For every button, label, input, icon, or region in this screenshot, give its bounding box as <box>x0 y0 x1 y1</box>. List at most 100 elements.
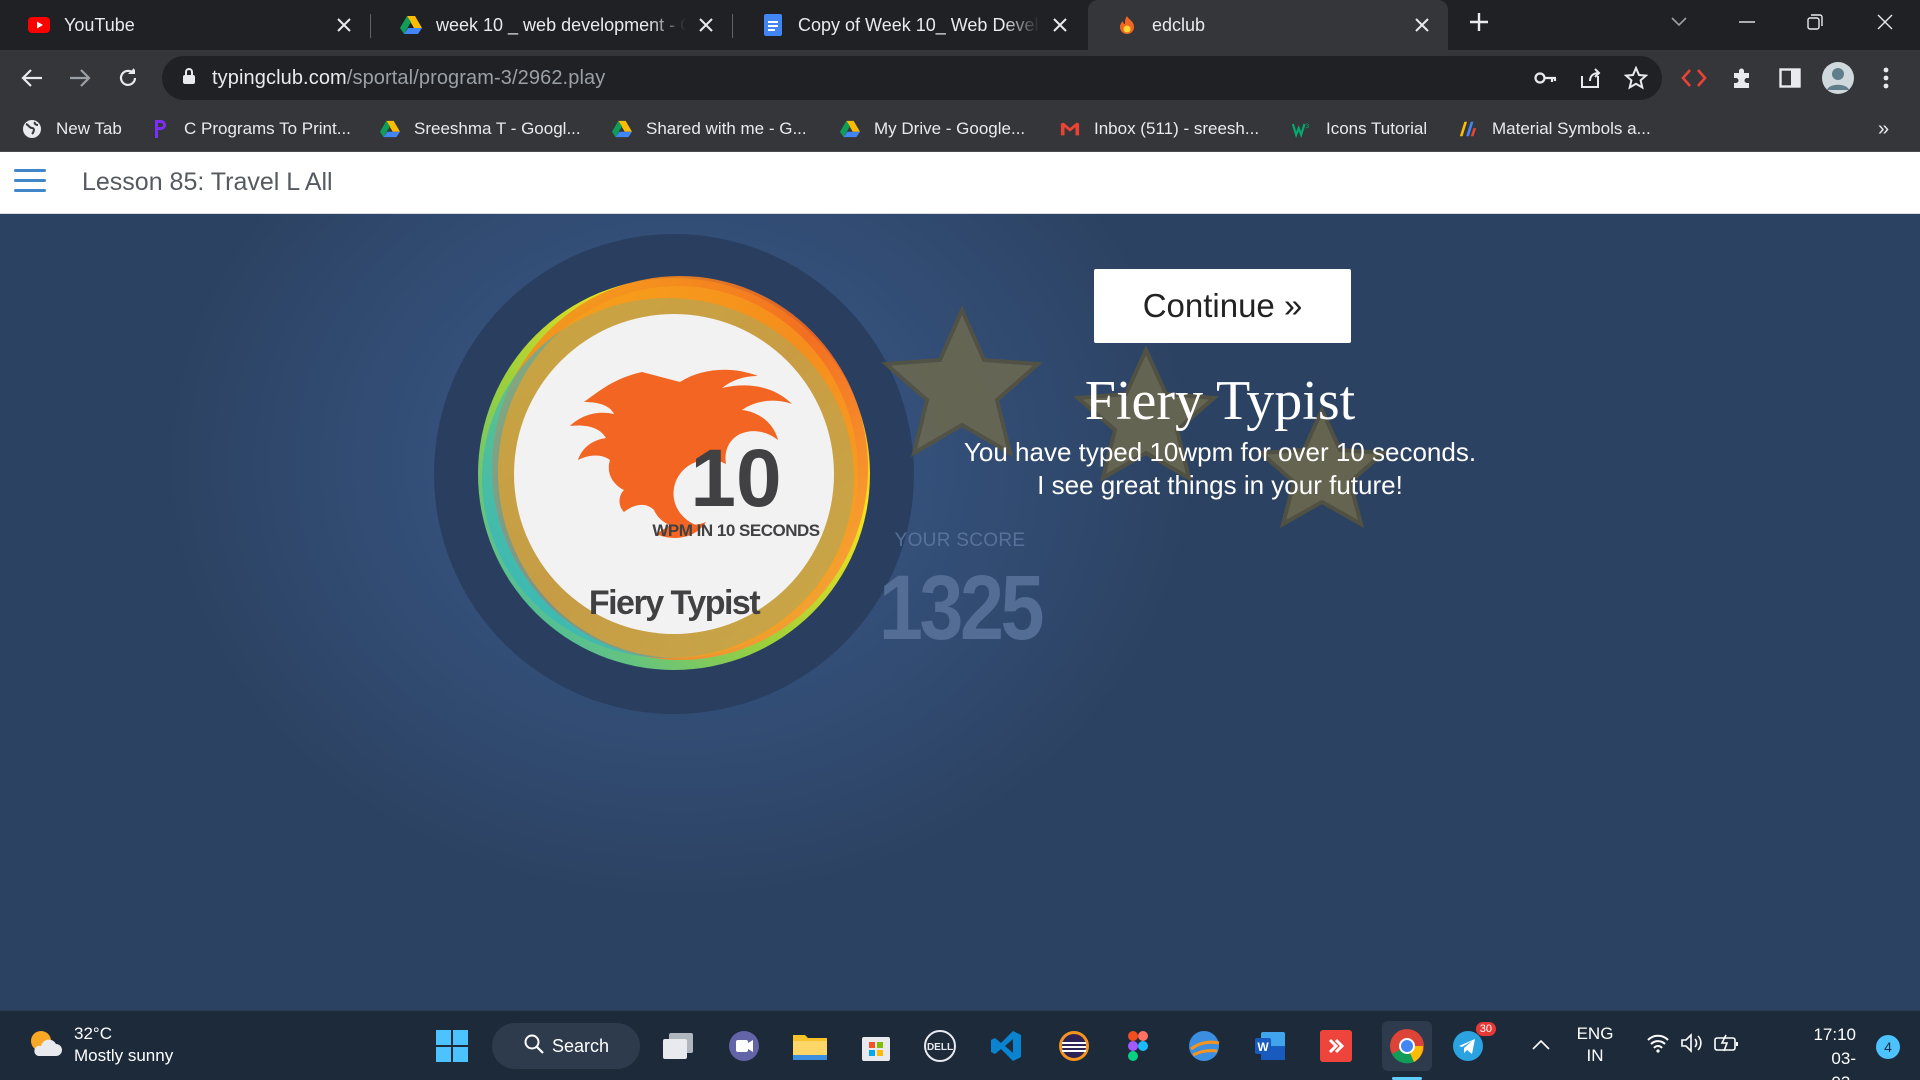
tab-search-button[interactable] <box>1646 0 1712 44</box>
bookmark-p-icon <box>150 119 170 139</box>
windows-start-icon[interactable] <box>432 1026 472 1066</box>
code-brackets-icon <box>1681 69 1707 87</box>
score-label: YOUR SCORE <box>894 530 1026 551</box>
browser-menu-button[interactable] <box>1868 60 1904 96</box>
close-tab-icon[interactable] <box>1048 13 1072 37</box>
bookmark-shared-with-me[interactable]: Shared with me - G... <box>612 106 807 152</box>
tab-week10-docs[interactable]: Copy of Week 10_ Web Developme <box>734 0 1086 50</box>
anydesk-icon[interactable] <box>1316 1026 1356 1066</box>
close-tab-icon[interactable] <box>1410 13 1434 37</box>
bookmark-sreeshma-drive[interactable]: Sreeshma T - Googl... <box>380 106 581 152</box>
google-drive-icon <box>380 119 400 139</box>
share-icon[interactable] <box>1578 66 1602 95</box>
close-tab-icon[interactable] <box>694 13 718 37</box>
vscode-icon[interactable] <box>986 1026 1026 1066</box>
microsoft-store-icon[interactable] <box>856 1026 896 1066</box>
volume-icon[interactable] <box>1680 1033 1704 1058</box>
taskbar-search[interactable]: Search <box>492 1023 640 1069</box>
bookmarks-bar: New Tab C Programs To Print... Sreeshma … <box>0 106 1920 152</box>
clock[interactable]: 17:10 03-03-2023 <box>1813 1023 1856 1080</box>
browser-app-icon[interactable] <box>1184 1026 1224 1066</box>
battery-charging-icon[interactable] <box>1714 1033 1740 1058</box>
side-panel-icon <box>1779 68 1801 88</box>
side-panel-button[interactable] <box>1772 60 1808 96</box>
badge-ring: 10 WPM IN 10 SECONDS Fiery Typist <box>434 234 914 714</box>
devtools-extension-button[interactable] <box>1676 60 1712 96</box>
wifi-icon[interactable] <box>1646 1033 1670 1058</box>
weather-temperature: 32°C <box>74 1024 112 1043</box>
bookmark-my-drive[interactable]: My Drive - Google... <box>840 106 1025 152</box>
close-window-button[interactable] <box>1852 0 1918 44</box>
bookmark-new-tab[interactable]: New Tab <box>22 106 122 152</box>
google-drive-icon <box>840 119 860 139</box>
notification-count-badge[interactable]: 4 <box>1876 1035 1900 1059</box>
google-drive-icon <box>612 119 632 139</box>
new-tab-button[interactable] <box>1448 0 1510 44</box>
bookmark-icons-tutorial[interactable]: 3 Icons Tutorial <box>1292 106 1427 152</box>
eclipse-icon[interactable] <box>1054 1026 1094 1066</box>
star-bookmark-icon[interactable] <box>1623 65 1649 95</box>
language-indicator[interactable]: ENG IN <box>1570 1023 1620 1067</box>
bookmark-c-programs[interactable]: C Programs To Print... <box>150 106 351 152</box>
fiery-typist-badge: 10 WPM IN 10 SECONDS Fiery Typist <box>478 276 870 670</box>
browser-tab-strip: YouTube week 10 _ web development - Goog… <box>0 0 1920 50</box>
lock-icon <box>182 67 196 90</box>
key-icon[interactable] <box>1534 67 1558 94</box>
badge-number: 10 <box>690 433 781 524</box>
reload-button[interactable] <box>110 60 146 96</box>
minimize-button[interactable] <box>1714 0 1780 44</box>
w3schools-icon: 3 <box>1292 119 1312 139</box>
badge-subtitle: WPM IN 10 SECONDS <box>652 521 819 540</box>
tab-separator <box>370 14 371 38</box>
extensions-button[interactable] <box>1724 60 1760 96</box>
clock-time: 17:10 <box>1813 1025 1856 1044</box>
teams-chat-icon[interactable] <box>724 1026 764 1066</box>
tab-youtube[interactable]: YouTube <box>0 0 370 50</box>
star-rating <box>881 305 1388 529</box>
partly-sunny-icon <box>28 1028 62 1063</box>
badge-heading: Fiery Typist <box>1084 370 1356 432</box>
bookmark-gmail-inbox[interactable]: Inbox (511) - sreesh... <box>1060 106 1259 152</box>
badge-message-line1: You have typed 10wpm for over 10 seconds… <box>963 437 1477 467</box>
tab-week10-drive[interactable]: week 10 _ web development - Goog <box>372 0 732 50</box>
lesson-title: Lesson 85: Travel L All <box>82 168 333 196</box>
score-value: 1325 <box>878 557 1045 659</box>
puzzle-icon <box>1734 68 1749 88</box>
restore-button[interactable] <box>1782 0 1848 44</box>
edclub-icon <box>1116 14 1138 36</box>
windows-taskbar: 32°C Mostly sunny Search DELL W 30 ENG I… <box>0 1010 1920 1080</box>
svg-text:DELL: DELL <box>927 1042 953 1053</box>
bookmark-material-symbols[interactable]: Material Symbols a... <box>1458 106 1651 152</box>
gmail-icon <box>1060 119 1080 139</box>
hamburger-menu-icon[interactable] <box>14 169 46 197</box>
bookmarks-overflow-button[interactable]: » <box>1878 106 1889 152</box>
close-tab-icon[interactable] <box>332 13 356 37</box>
back-arrow-icon <box>21 69 42 87</box>
tab-edclub[interactable]: edclub <box>1088 0 1448 50</box>
google-drive-icon <box>400 14 422 36</box>
badge-name: Fiery Typist <box>589 584 760 622</box>
clock-date: 03-03-2023 <box>1831 1049 1856 1080</box>
chrome-taskbar-icon[interactable] <box>1382 1021 1432 1071</box>
continue-button[interactable]: Continue » <box>1094 269 1351 343</box>
weather-widget[interactable]: 32°C Mostly sunny <box>28 1023 173 1067</box>
dell-icon[interactable]: DELL <box>920 1026 960 1066</box>
search-icon <box>524 1034 544 1059</box>
address-bar[interactable]: typingclub.com/sportal/program-3/2962.pl… <box>162 56 1662 100</box>
show-hidden-icons-chevron-up-icon[interactable] <box>1532 1037 1550 1055</box>
file-explorer-icon[interactable] <box>790 1026 830 1066</box>
telegram-icon[interactable]: 30 <box>1448 1022 1496 1066</box>
badge-message-line2: I see great things in your future! <box>1037 470 1403 500</box>
forward-button[interactable] <box>62 60 98 96</box>
back-button[interactable] <box>14 60 50 96</box>
task-view-icon[interactable] <box>658 1026 698 1066</box>
url-text: typingclub.com/sportal/program-3/2962.pl… <box>212 66 606 89</box>
forward-arrow-icon <box>70 69 91 87</box>
lesson-result-panel: 10 WPM IN 10 SECONDS Fiery Typist Contin… <box>0 214 1920 1010</box>
lesson-header: Lesson 85: Travel L All <box>0 152 1920 214</box>
globe-icon <box>22 119 42 139</box>
word-icon[interactable]: W <box>1250 1026 1290 1066</box>
figma-icon[interactable] <box>1118 1026 1158 1066</box>
profile-avatar[interactable] <box>1820 60 1856 96</box>
svg-text:3: 3 <box>1305 123 1309 130</box>
